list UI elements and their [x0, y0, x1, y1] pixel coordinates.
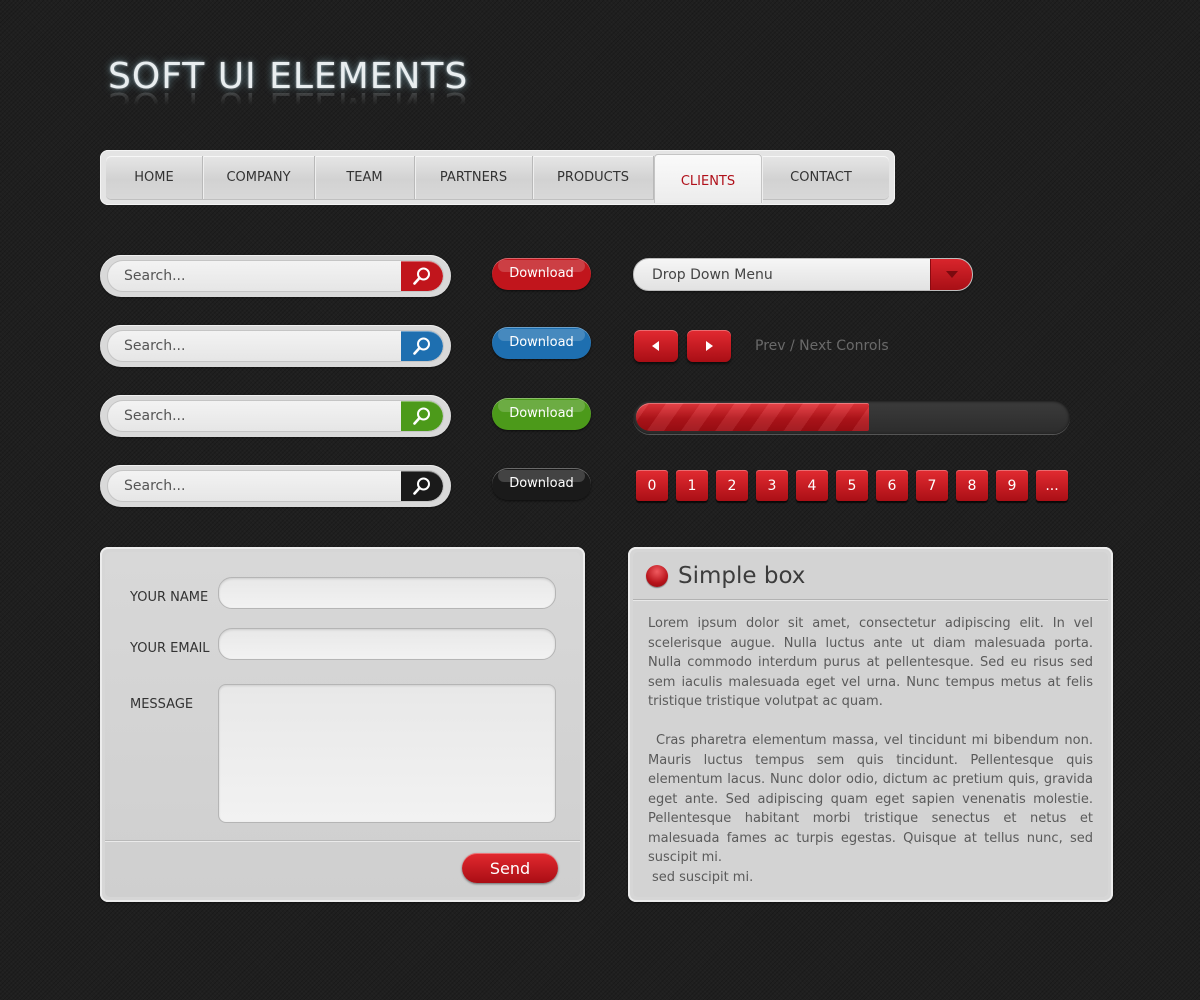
search-box-blue	[100, 325, 451, 367]
triangle-left-icon	[652, 341, 659, 351]
page-button[interactable]: 7	[916, 470, 948, 501]
prev-next-label: Prev / Next Conrols	[755, 338, 889, 354]
nav-item-clients[interactable]: CLIENTS	[654, 154, 762, 203]
simple-box-paragraph: Cras pharetra elementum massa, vel tinci…	[648, 733, 1093, 865]
nav-item-products[interactable]: PRODUCTS	[533, 156, 654, 199]
form-divider	[105, 840, 580, 842]
nav-item-contact[interactable]: CONTACT	[762, 156, 880, 199]
triangle-right-icon	[706, 341, 713, 351]
page-button[interactable]: 2	[716, 470, 748, 501]
dropdown-toggle[interactable]	[930, 259, 972, 290]
search-input[interactable]	[108, 401, 398, 431]
page-title: SOFT UI ELEMENTS	[108, 56, 469, 97]
magnifier-icon	[413, 267, 430, 285]
contact-form-panel: YOUR NAME YOUR EMAIL MESSAGE Send	[100, 547, 585, 902]
main-nav: HOME COMPANY TEAM PARTNERS PRODUCTS CLIENTS CO…	[100, 150, 895, 205]
search-button-black[interactable]	[401, 471, 443, 501]
simple-box-paragraph: Lorem ipsum dolor sit amet, consectetur …	[648, 616, 1093, 709]
nav-item-team[interactable]: TEAM	[315, 156, 415, 199]
page-button[interactable]: 3	[756, 470, 788, 501]
search-box-black	[100, 465, 451, 507]
simple-box-text: Lorem ipsum dolor sit amet, consectetur …	[648, 614, 1093, 887]
contact-form: YOUR NAME YOUR EMAIL MESSAGE Send	[105, 552, 580, 897]
search-box-green	[100, 395, 451, 437]
download-button-green[interactable]: Download	[492, 398, 591, 430]
name-field[interactable]	[218, 577, 556, 609]
download-label: Download	[509, 475, 574, 491]
search-input[interactable]	[108, 471, 398, 501]
search-button-blue[interactable]	[401, 331, 443, 361]
nav-bar: HOME COMPANY TEAM PARTNERS PRODUCTS CLIENTS CO…	[106, 154, 889, 203]
nav-item-home[interactable]: HOME	[106, 156, 203, 199]
simple-box-header: Simple box	[633, 552, 1108, 600]
prev-button[interactable]	[634, 330, 678, 362]
magnifier-icon	[413, 407, 430, 425]
page-button[interactable]: ...	[1036, 470, 1068, 501]
progress-fill	[636, 403, 869, 431]
dropdown-menu[interactable]: Drop Down Menu	[633, 258, 973, 291]
message-field[interactable]	[218, 684, 556, 823]
search-button-green[interactable]	[401, 401, 443, 431]
download-button-black[interactable]: Download	[492, 468, 591, 500]
magnifier-icon	[413, 337, 430, 355]
download-label: Download	[509, 334, 574, 350]
download-label: Download	[509, 265, 574, 281]
send-button[interactable]: Send	[462, 853, 558, 883]
email-label: YOUR EMAIL	[130, 641, 210, 656]
page-button[interactable]: 9	[996, 470, 1028, 501]
download-button-red[interactable]: Download	[492, 258, 591, 290]
dropdown-label: Drop Down Menu	[652, 266, 773, 283]
next-button[interactable]	[687, 330, 731, 362]
search-input[interactable]	[108, 261, 398, 291]
page-button[interactable]: 4	[796, 470, 828, 501]
send-label: Send	[489, 858, 531, 878]
page-button[interactable]: 5	[836, 470, 868, 501]
page-title-reflection: SOFT UI ELEMENTS	[108, 92, 469, 116]
simple-box-title: Simple box	[678, 562, 806, 589]
page-button[interactable]: 1	[676, 470, 708, 501]
nav-item-partners[interactable]: PARTNERS	[415, 156, 533, 199]
simple-box-panel: Simple box Lorem ipsum dolor sit amet, c…	[628, 547, 1113, 902]
search-box-red	[100, 255, 451, 297]
progress-bar	[633, 400, 1070, 434]
red-bullet-icon	[646, 564, 668, 587]
download-button-blue[interactable]: Download	[492, 327, 591, 359]
nav-item-company[interactable]: COMPANY	[203, 156, 315, 199]
pagination: 0 1 2 3 4 5 6 7 8 9...	[636, 470, 1076, 501]
search-input[interactable]	[108, 331, 398, 361]
message-label: MESSAGE	[130, 697, 194, 712]
caret-down-icon	[945, 271, 958, 278]
name-label: YOUR NAME	[130, 590, 209, 605]
magnifier-icon	[413, 477, 430, 495]
simple-box-paragraph: sed suscipit mi.	[652, 869, 754, 885]
page-button[interactable]: 8	[956, 470, 988, 501]
email-field[interactable]	[218, 628, 556, 660]
simple-box: Simple box Lorem ipsum dolor sit amet, c…	[633, 552, 1108, 897]
page-button[interactable]: 0	[636, 470, 668, 501]
search-button-red[interactable]	[401, 261, 443, 291]
download-label: Download	[509, 405, 574, 421]
page-button[interactable]: 6	[876, 470, 908, 501]
